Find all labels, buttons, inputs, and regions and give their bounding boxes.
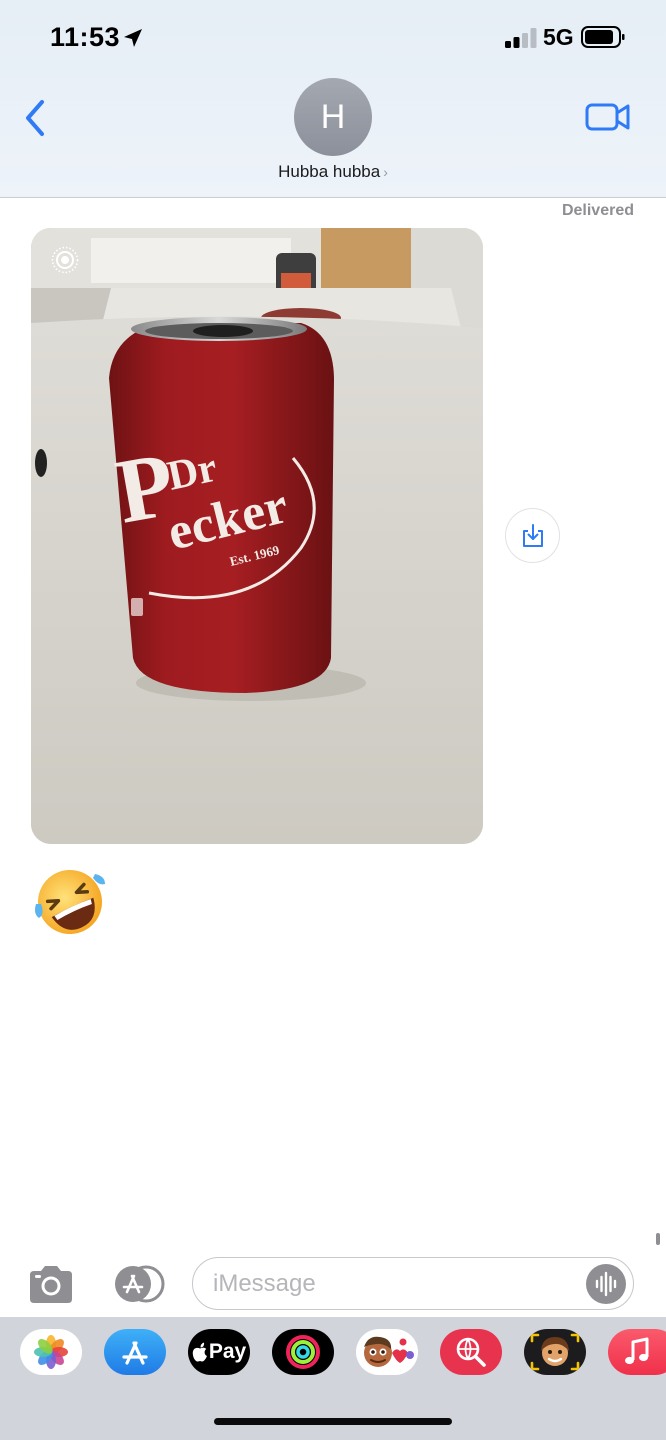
imessage-app-drawer: Pay [0,1317,666,1440]
camera-icon[interactable] [26,1263,76,1305]
laughing-emoji-message[interactable] [33,866,107,938]
facetime-video-icon[interactable] [585,101,631,133]
apple-logo-icon [192,1342,207,1362]
message-input[interactable]: iMessage [192,1257,634,1310]
drawer-apple-pay-app[interactable]: Pay [188,1329,250,1375]
memoji-face-icon [530,1333,580,1371]
drawer-music-app[interactable] [608,1329,666,1375]
audio-message-button[interactable] [586,1264,626,1304]
delivered-status: Delivered [561,202,634,219]
drawer-memoji-app[interactable] [524,1329,586,1375]
download-icon [522,523,543,547]
drawer-images-search-app[interactable] [440,1329,502,1375]
photos-icon [34,1335,68,1369]
location-arrow-icon [124,29,142,47]
conversation-header: 11:53 5G H Hubba hubba › [0,0,666,198]
battery-icon [581,26,625,48]
contact-avatar[interactable]: H [294,78,372,156]
memoji-stickers-icon [364,1336,414,1367]
home-indicator[interactable] [214,1418,452,1425]
live-photo-icon [51,246,79,274]
back-chevron-icon[interactable] [20,98,52,138]
network-type: 5G [543,24,574,50]
app-store-icon [122,1341,148,1365]
cellular-signal-icon [505,28,537,48]
drawer-memoji-stickers-app[interactable] [356,1329,418,1375]
photo-message[interactable]: P Dr ecker Est. 1969 [31,228,483,844]
scroll-indicator[interactable] [656,1233,660,1245]
photo-can-image: P Dr ecker Est. 1969 [31,228,483,844]
contact-name: Hubba hubba [278,162,381,181]
message-input-placeholder: iMessage [213,1270,316,1297]
status-time: 11:53 [50,22,121,52]
music-note-icon [625,1337,649,1365]
activity-rings-icon [286,1335,320,1369]
drawer-photos-app[interactable] [20,1329,82,1375]
waveform-icon [595,1271,617,1297]
save-photo-button[interactable] [505,508,560,563]
app-store-apps-icon[interactable] [107,1265,165,1303]
globe-search-icon [456,1337,486,1367]
chevron-right-icon: › [383,164,388,180]
drawer-app-store-app[interactable] [104,1329,166,1375]
drawer-activity-app[interactable] [272,1329,334,1375]
contact-name-button[interactable]: Hubba hubba › [0,162,666,182]
apple-pay-label: Pay [208,1340,247,1363]
